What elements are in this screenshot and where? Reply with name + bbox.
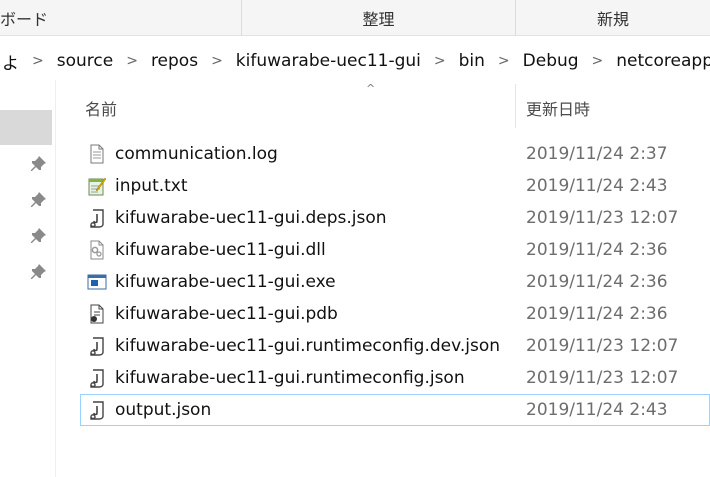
chevron-right-icon[interactable]: > (487, 53, 521, 69)
column-header-date-modified[interactable]: 更新日時 (526, 96, 590, 120)
file-date-modified: 2019/11/24 2:43 (526, 176, 668, 196)
file-date-modified: 2019/11/24 2:37 (526, 144, 668, 164)
ribbon-bar: ボード 整理 新規 (0, 0, 710, 36)
json-file-icon (87, 400, 107, 420)
file-name: kifuwarabe-uec11-gui.exe (115, 272, 336, 292)
file-row-focused[interactable]: output.json 2019/11/24 2:43 (80, 394, 710, 426)
file-name: kifuwarabe-uec11-gui.runtimeconfig.json (115, 368, 465, 388)
pin-icon[interactable] (31, 264, 47, 280)
ribbon-group-label: 新規 (596, 10, 629, 29)
chevron-right-icon[interactable]: > (115, 53, 149, 69)
column-divider[interactable] (515, 84, 516, 128)
exe-file-icon (87, 272, 107, 292)
pdb-file-icon (87, 304, 107, 324)
file-row[interactable]: kifuwarabe-uec11-gui.runtimeconfig.json … (80, 362, 710, 394)
file-row[interactable]: communication.log 2019/11/24 2:37 (80, 138, 710, 170)
file-list: communication.log 2019/11/24 2:37 input.… (80, 138, 710, 426)
nav-item-selected[interactable] (0, 110, 52, 145)
json-file-icon (87, 208, 107, 228)
breadcrumb-item[interactable]: netcoreapp3.0 (614, 51, 710, 71)
chevron-right-icon[interactable]: > (581, 53, 615, 69)
ribbon-group-clipboard[interactable]: ボード (0, 0, 241, 36)
breadcrumb-item[interactable]: source (55, 51, 115, 71)
chevron-right-icon[interactable]: > (200, 53, 234, 69)
breadcrumb-item[interactable]: よ (0, 49, 21, 74)
json-file-icon (87, 368, 107, 388)
file-date-modified: 2019/11/23 12:07 (526, 336, 679, 356)
file-name: communication.log (115, 144, 278, 164)
sort-ascending-icon: ^ (366, 82, 376, 95)
breadcrumb-item[interactable]: kifuwarabe-uec11-gui (234, 51, 423, 71)
file-name: output.json (115, 400, 212, 420)
pin-icon[interactable] (31, 228, 47, 244)
chevron-right-icon[interactable]: > (21, 53, 55, 69)
file-name: kifuwarabe-uec11-gui.deps.json (115, 208, 387, 228)
column-headers: ^ 名前 更新日時 (80, 82, 710, 128)
breadcrumb-item[interactable]: Debug (521, 51, 581, 71)
file-row[interactable]: kifuwarabe-uec11-gui.deps.json 2019/11/2… (80, 202, 710, 234)
file-row[interactable]: input.txt 2019/11/24 2:43 (80, 170, 710, 202)
dll-file-icon (87, 240, 107, 260)
file-date-modified: 2019/11/24 2:36 (526, 240, 668, 260)
file-date-modified: 2019/11/24 2:36 (526, 272, 668, 292)
ribbon-group-new[interactable]: 新規 (515, 0, 710, 36)
file-date-modified: 2019/11/23 12:07 (526, 208, 679, 228)
file-name: kifuwarabe-uec11-gui.pdb (115, 304, 338, 324)
file-row[interactable]: kifuwarabe-uec11-gui.exe 2019/11/24 2:36 (80, 266, 710, 298)
file-row[interactable]: kifuwarabe-uec11-gui.pdb 2019/11/24 2:36 (80, 298, 710, 330)
file-date-modified: 2019/11/23 12:07 (526, 368, 679, 388)
navigation-pane (0, 80, 56, 477)
breadcrumb: よ > source > repos > kifuwarabe-uec11-gu… (0, 44, 710, 78)
file-row[interactable]: kifuwarabe-uec11-gui.dll 2019/11/24 2:36 (80, 234, 710, 266)
ribbon-group-organize[interactable]: 整理 (241, 0, 515, 36)
file-name: kifuwarabe-uec11-gui.runtimeconfig.dev.j… (115, 336, 500, 356)
file-name: kifuwarabe-uec11-gui.dll (115, 240, 326, 260)
ribbon-group-label: ボード (0, 10, 49, 29)
file-date-modified: 2019/11/24 2:43 (526, 400, 668, 420)
column-header-name[interactable]: 名前 (85, 96, 117, 120)
file-row[interactable]: kifuwarabe-uec11-gui.runtimeconfig.dev.j… (80, 330, 710, 362)
breadcrumb-item[interactable]: bin (457, 51, 487, 71)
pin-icon[interactable] (31, 192, 47, 208)
ribbon-group-label: 整理 (362, 10, 395, 29)
file-date-modified: 2019/11/24 2:36 (526, 304, 668, 324)
json-file-icon (87, 336, 107, 356)
file-name: input.txt (115, 176, 188, 196)
text-document-icon (87, 144, 107, 164)
notepad-document-icon (87, 176, 107, 196)
breadcrumb-item[interactable]: repos (149, 51, 200, 71)
pin-icon[interactable] (31, 156, 47, 172)
chevron-right-icon[interactable]: > (423, 53, 457, 69)
